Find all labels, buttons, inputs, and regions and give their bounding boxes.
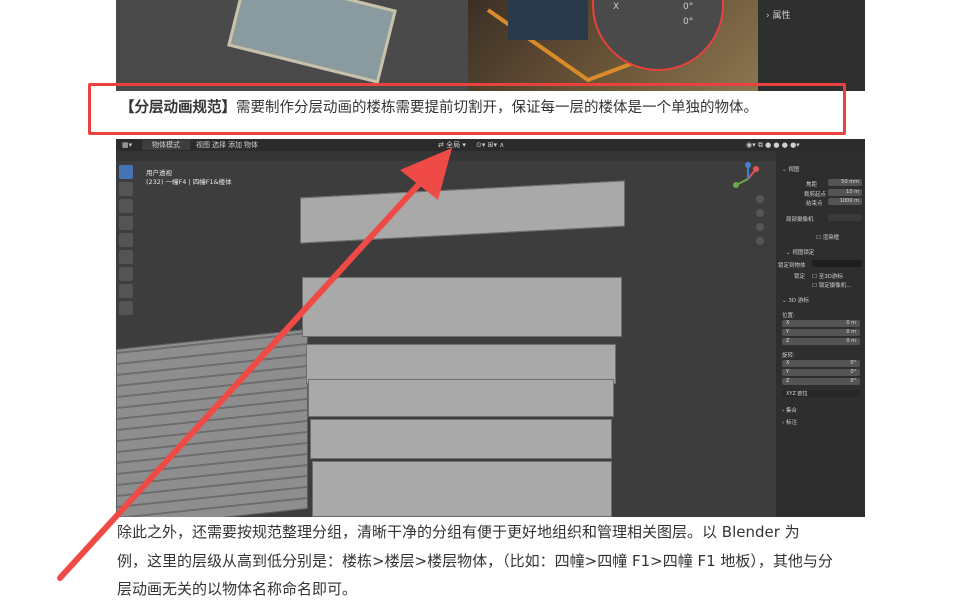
red-arrow-annotation	[57, 148, 452, 581]
